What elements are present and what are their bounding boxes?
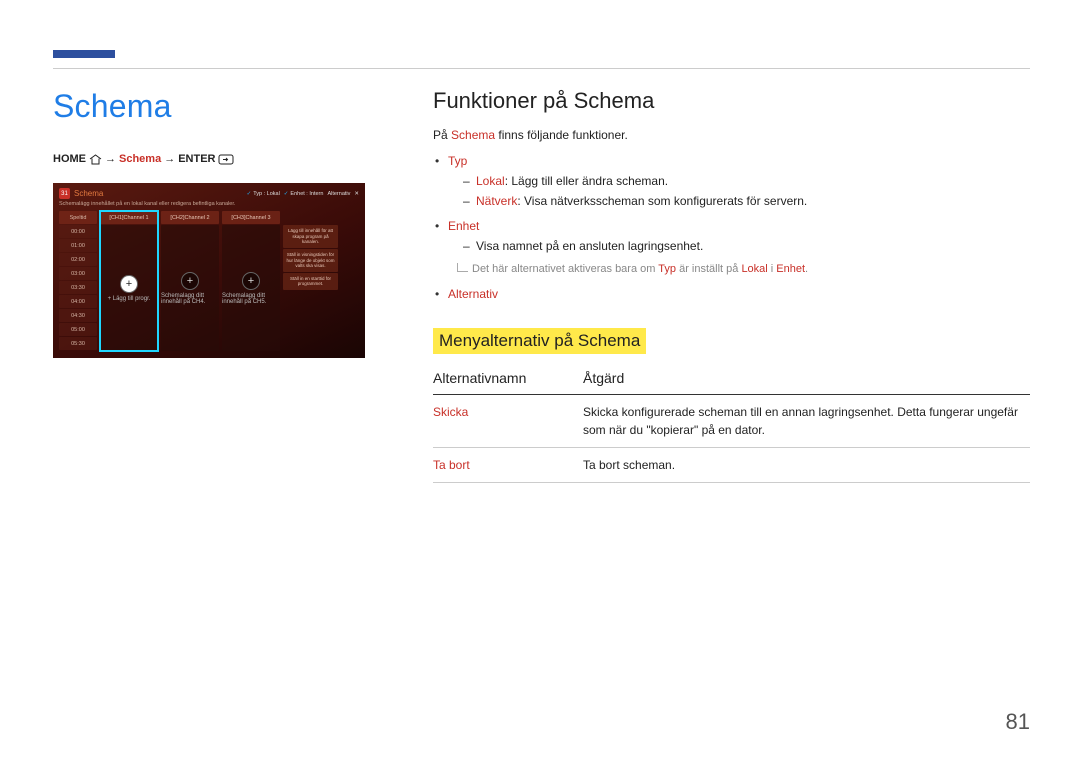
section-heading: Funktioner på Schema [433,88,1030,114]
channel-card: [CH1]Channel 1 ++ Lägg till progr. [100,211,158,351]
breadcrumb-home: HOME [53,153,86,165]
screenshot-title: Schema [74,189,243,198]
table-row: Ta bort Ta bort scheman. [433,447,1030,482]
channel-card: [CH2]Channel 2 +Schemalagg ditt innehåll… [161,211,219,351]
table-header-action: Åtgärd [583,364,1030,395]
time-column: Speltid 00:00 01:00 02:00 03:00 03:30 04… [59,211,97,351]
arrow-icon: → [164,153,175,165]
close-icon: ✕ [354,191,359,197]
check-icon: ✓ [284,191,289,197]
intro-text: På Schema finns följande funktioner. [433,126,1030,145]
breadcrumb-enter: ENTER [178,153,215,165]
plus-icon: + [120,275,138,293]
table-header-name: Alternativnamn [433,364,583,395]
options-table: Alternativnamn Åtgärd Skicka Skicka konf… [433,364,1030,483]
plus-icon: + [181,272,199,290]
screenshot-subtitle: Schemalägg innehållet på en lokal kanal … [53,201,365,211]
calendar-icon: 31 [59,188,70,199]
page-number: 81 [1006,709,1030,735]
bullet-alternativ: Alternativ [433,284,1030,304]
side-hints: Lägg till innehåll för att skapa program… [283,225,338,351]
table-row: Skicka Skicka konfigurerade scheman till… [433,394,1030,447]
home-icon [89,154,102,164]
header-accent-bar [53,50,115,58]
sub-natverk: Nätverk: Visa nätverksscheman som konfig… [448,191,1030,211]
arrow-icon: → [105,153,116,165]
check-icon: ✓ [247,191,252,197]
note-text: Det här alternativet aktiveras bara om T… [448,261,1030,278]
breadcrumb-schema: Schema [119,153,161,165]
channel-card: [CH3]Channel 3 +Schemalagg ditt innehåll… [222,211,280,351]
breadcrumb: HOME → Schema → ENTER [53,153,403,165]
page-title: Schema [53,88,403,125]
bullet-enhet: Enhet Visa namnet på en ansluten lagring… [433,216,1030,278]
enter-icon [218,154,231,164]
bullet-typ: Typ Lokal: Lägg till eller ändra scheman… [433,151,1030,212]
sub-enhet: Visa namnet på en ansluten lagringsenhet… [448,236,1030,256]
subsection-heading: Menyalternativ på Schema [433,328,646,354]
schema-screenshot: 31 Schema ✓Typ : Lokal ✓Enhet : Intern A… [53,183,365,358]
sub-lokal: Lokal: Lägg till eller ändra scheman. [448,171,1030,191]
plus-icon: + [242,272,260,290]
header-divider [53,68,1030,69]
